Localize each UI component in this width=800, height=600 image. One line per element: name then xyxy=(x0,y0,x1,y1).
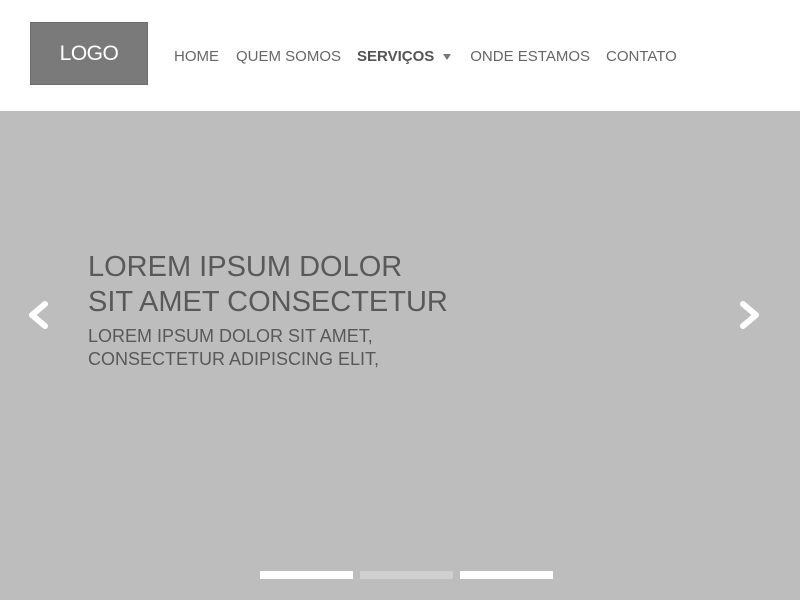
main-nav: HOME QUEM SOMOS SERVIÇOS ONDE ESTAMOS CO… xyxy=(174,45,677,67)
slide-title-line2: SIT AMET CONSECTETUR xyxy=(88,286,448,318)
nav-item-onde-estamos[interactable]: ONDE ESTAMOS xyxy=(470,48,590,65)
slide-subtitle-line2: CONSECTETUR ADIPISCING ELIT, xyxy=(88,349,380,369)
slide-indicator-1[interactable] xyxy=(260,571,353,579)
nav-item-quem-somos-label: QUEM SOMOS xyxy=(236,47,342,65)
slide-subtitle-line1: LOREM IPSUM DOLOR SIT AMET, xyxy=(88,326,373,346)
slide-indicator-3[interactable] xyxy=(460,571,553,579)
nav-item-contato[interactable]: CONTATO xyxy=(606,48,677,65)
hero-slider: LOREM IPSUM DOLOR SIT AMET CONSECTETUR L… xyxy=(0,111,800,600)
nav-item-servicos[interactable]: SERVIÇOS xyxy=(357,47,452,65)
next-slide-button[interactable] xyxy=(731,298,765,332)
site-header: LOGO HOME QUEM SOMOS SERVIÇOS ONDE ESTAM… xyxy=(0,0,800,111)
slide-title-line1: LOREM IPSUM DOLOR xyxy=(88,251,403,283)
nav-item-home-label: HOME xyxy=(174,47,219,65)
nav-item-home[interactable]: HOME xyxy=(174,48,219,65)
prev-slide-button[interactable] xyxy=(23,298,57,332)
nav-item-quem-somos[interactable]: QUEM SOMOS xyxy=(236,48,341,65)
slide-title: LOREM IPSUM DOLOR SIT AMET CONSECTETUR xyxy=(88,250,508,320)
slide-indicator-2[interactable] xyxy=(360,571,453,579)
slide-subtitle: LOREM IPSUM DOLOR SIT AMET, CONSECTETUR … xyxy=(88,325,508,371)
chevron-down-icon xyxy=(443,53,452,60)
logo[interactable]: LOGO xyxy=(30,22,148,85)
chevron-left-icon xyxy=(29,301,48,329)
nav-item-onde-estamos-label: ONDE ESTAMOS xyxy=(470,47,591,65)
nav-item-contato-label: CONTATO xyxy=(606,47,677,65)
chevron-right-icon xyxy=(740,301,759,329)
slide-indicators xyxy=(260,571,553,579)
nav-item-servicos-label: SERVIÇOS xyxy=(357,47,435,65)
